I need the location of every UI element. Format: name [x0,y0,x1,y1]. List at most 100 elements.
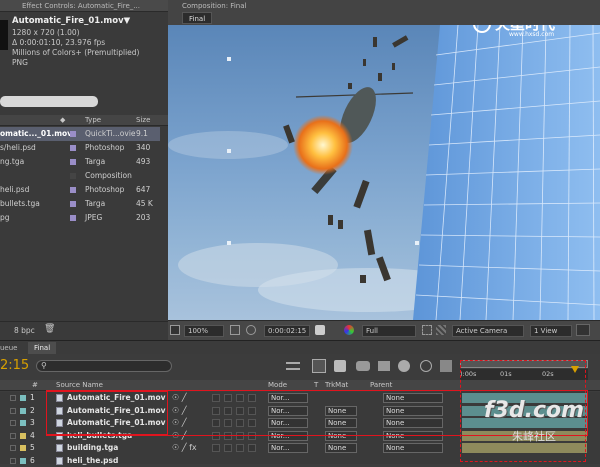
project-row[interactable]: ng.tga Targa 493 [0,155,160,169]
visibility-toggle[interactable] [10,458,16,464]
timeline-current-time[interactable]: 2:15 [0,358,29,373]
project-row[interactable]: heli.psd Photoshop 647 [0,183,160,197]
project-row-size: 203 [136,211,150,225]
more-options-icon[interactable] [576,324,590,336]
label-color[interactable] [20,395,26,401]
visibility-toggle[interactable] [10,420,16,426]
layer-name[interactable]: heli_the.psd [67,455,118,467]
project-row-size: 9.1 [136,127,148,141]
transparency-icon[interactable] [436,325,446,335]
motion-blur-icon[interactable] [398,360,410,372]
frame-blending-icon[interactable] [378,361,390,371]
bpc-toggle[interactable]: 8 bpc [14,326,35,335]
camera-view-select[interactable]: Active Camera [452,325,524,337]
project-row[interactable]: s/heli.psd Photoshop 340 [0,141,160,155]
switch-box[interactable] [212,444,220,452]
label-color[interactable] [20,445,26,451]
project-row[interactable]: pg JPEG 203 [0,211,160,225]
column-t[interactable]: T [314,381,318,389]
project-row-name: omatic..._01.mov [0,127,72,141]
search-icon: ⚲ [41,361,47,370]
column-trkmat[interactable]: TrkMat [325,381,348,389]
project-row-type: Photoshop [85,183,124,197]
timeline-search-input[interactable]: ⚲ [36,360,172,372]
composition-viewer[interactable]: 火星时代 www.hxsd.com [168,25,600,320]
label-swatch [70,145,76,151]
trash-icon[interactable]: 🗑 [44,324,55,334]
parent-select[interactable]: None [383,443,443,453]
tab-render-queue[interactable]: ueue [0,342,18,354]
project-row-size: 647 [136,183,150,197]
visibility-toggle[interactable] [10,408,16,414]
project-row-name: bullets.tga [0,197,40,211]
project-row[interactable]: omatic..._01.mov QuickTi...ovie 9.1 [0,127,160,141]
column-number[interactable]: # [32,381,38,389]
brainstorm-icon[interactable] [440,360,452,372]
sub-tab-final[interactable]: Final [182,12,212,24]
label-color[interactable] [20,408,26,414]
layer-number: 4 [30,430,35,442]
label-color[interactable] [20,420,26,426]
column-size[interactable]: Size [136,116,150,124]
column-source-name[interactable]: Source Name [56,381,103,389]
hide-shy-icon[interactable] [356,361,370,371]
project-row-size: 493 [136,155,150,169]
comp-mini-flowchart-icon[interactable] [286,362,300,370]
table-row[interactable]: 6 heli_the.psd [0,455,460,467]
switch-box[interactable] [248,444,256,452]
tab-composition[interactable]: Composition: Final [182,0,246,12]
label-swatch [70,187,76,193]
visibility-toggle[interactable] [10,395,16,401]
effect-controls-header: Effect Controls: Automatic_Fire_... [0,0,168,12]
project-panel: Automatic_Fire_01.mov▼ 1280 x 720 (1.00)… [0,12,168,340]
project-row-type: Targa [85,197,105,211]
tab-effect-controls[interactable]: Effect Controls: Automatic_Fire_... [22,0,140,12]
layer-number: 2 [30,405,35,417]
magnify-icon[interactable] [170,325,180,335]
table-row[interactable]: 5 building.tga ☉ ╱ fx Nor... None None [0,442,460,455]
label-swatch [70,215,76,221]
label-color[interactable] [20,458,26,464]
column-type[interactable]: Type [85,116,101,124]
project-row-size: 45 K [136,197,153,211]
project-row[interactable]: Composition [0,169,160,183]
current-time-display[interactable]: 0:00:02:15 [264,325,310,337]
label-column-icon: ◆ [60,116,65,124]
grid-icon[interactable] [230,325,240,335]
graph-editor-icon[interactable] [420,360,432,372]
layer-number: 6 [30,455,35,467]
label-color[interactable] [20,433,26,439]
region-icon[interactable] [422,325,432,335]
mode-select[interactable]: Nor... [268,443,308,453]
column-mode[interactable]: Mode [268,381,287,389]
switch-box[interactable] [236,444,244,452]
project-row-name: heli.psd [0,183,29,197]
logo-top-url: www.hxsd.com [509,31,554,38]
trkmat-select[interactable]: None [325,443,357,453]
mask-icon[interactable] [246,325,256,335]
color-channels-icon[interactable] [344,325,354,335]
layer-name[interactable]: building.tga [67,442,118,454]
project-row[interactable]: bullets.tga Targa 45 K [0,197,160,211]
project-row-type: Photoshop [85,141,124,155]
live-update-icon[interactable] [312,359,326,373]
viewer-toolbar: 100% 0:00:02:15 Full Active Camera 1 Vie… [168,320,600,340]
column-parent[interactable]: Parent [370,381,392,389]
footage-codec: PNG [12,58,28,67]
zoom-select[interactable]: 100% [184,325,224,337]
watermark-logo-top: 火星时代 www.hxsd.com [473,25,593,39]
switches-icons[interactable]: ☉ ╱ fx [172,443,197,452]
visibility-toggle[interactable] [10,433,16,439]
camera-icon[interactable] [315,325,325,335]
visibility-toggle[interactable] [10,445,16,451]
project-search-input[interactable] [0,96,98,107]
tab-final-timeline[interactable]: Final [28,342,56,354]
resolution-select[interactable]: Full [362,325,416,337]
logo-globe-icon [473,25,491,33]
footage-name[interactable]: Automatic_Fire_01.mov▼ [12,16,130,26]
logo-bottom-text: f3d.com [484,398,584,423]
switch-box[interactable] [224,444,232,452]
view-layout-select[interactable]: 1 View [530,325,572,337]
draft-3d-icon[interactable] [334,360,346,372]
label-swatch [70,201,76,207]
